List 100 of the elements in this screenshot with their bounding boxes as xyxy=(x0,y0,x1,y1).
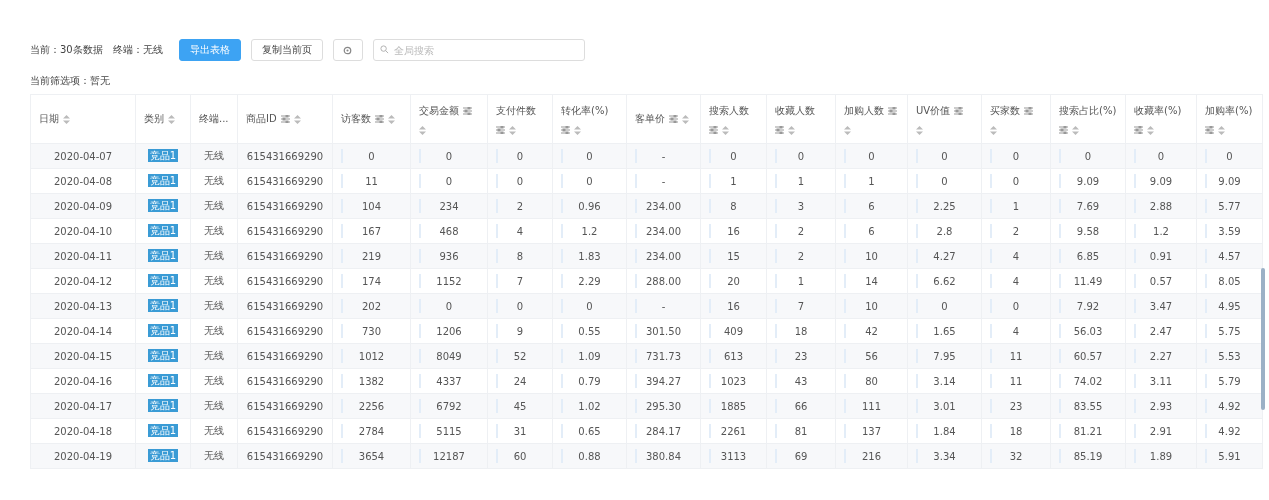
table-cell: 6 xyxy=(868,225,875,237)
category-tag: 竞品1 xyxy=(147,199,179,212)
table-cell: - xyxy=(661,150,666,162)
table-cell: 60.57 xyxy=(1073,350,1103,362)
table-cell: 7 xyxy=(516,275,524,287)
table-cell: 2020-04-08 xyxy=(53,175,113,187)
table-cell: 1885 xyxy=(720,400,747,412)
sort-icon[interactable] xyxy=(990,125,997,135)
filter-icon[interactable] xyxy=(709,126,718,134)
table-cell: 1 xyxy=(797,275,805,287)
category-tag: 竞品1 xyxy=(147,224,179,237)
table-cell: 0.88 xyxy=(578,450,601,462)
category-tag: 竞品1 xyxy=(147,374,179,387)
table-cell: 104 xyxy=(361,200,382,212)
column-header: 收藏率(%) xyxy=(1134,103,1182,118)
sort-icon[interactable] xyxy=(419,125,426,135)
table-cell: 无线 xyxy=(204,249,224,263)
table-cell: 0 xyxy=(1012,150,1020,162)
table-cell: 615431669290 xyxy=(246,300,324,312)
table-cell: 2.47 xyxy=(1149,325,1173,337)
table-cell: 2020-04-16 xyxy=(53,375,113,387)
scrollbar[interactable] xyxy=(1261,268,1265,410)
table-cell: 4 xyxy=(1012,325,1020,337)
table-cell: 4.57 xyxy=(1218,250,1241,262)
table-cell: 234.00 xyxy=(646,250,681,262)
sort-icon[interactable] xyxy=(1147,125,1154,135)
search-field[interactable]: 全局搜索 xyxy=(372,39,585,61)
sort-icon[interactable] xyxy=(1218,125,1225,135)
filter-icon[interactable] xyxy=(496,126,505,134)
column-header: 加购率(%) xyxy=(1205,103,1253,118)
table-cell: 615431669290 xyxy=(246,325,324,337)
filter-icon[interactable] xyxy=(1205,126,1214,134)
table-cell: 2784 xyxy=(358,425,385,437)
table-cell: 174 xyxy=(361,275,382,287)
table-cell: 2020-04-14 xyxy=(53,325,113,337)
sort-icon[interactable] xyxy=(788,125,795,135)
filter-icon[interactable] xyxy=(280,115,290,123)
table-cell: 无线 xyxy=(204,199,224,213)
table-cell: 10 xyxy=(865,250,878,262)
settings-button[interactable] xyxy=(332,39,363,61)
sort-icon[interactable] xyxy=(509,125,516,135)
sort-icon[interactable] xyxy=(1072,125,1079,135)
table-cell: 3113 xyxy=(720,450,747,462)
table-cell: 无线 xyxy=(204,299,224,313)
table-cell: 11 xyxy=(1009,375,1023,387)
column-header: 买家数 xyxy=(990,103,1020,118)
sort-icon[interactable] xyxy=(574,125,581,135)
table-cell: 0 xyxy=(730,150,737,162)
table-cell: 8 xyxy=(516,250,524,262)
sort-icon[interactable] xyxy=(722,125,729,135)
table-cell: 1382 xyxy=(358,375,385,387)
filter-icon[interactable] xyxy=(1059,126,1068,134)
sort-icon[interactable] xyxy=(168,114,175,124)
sort-icon[interactable] xyxy=(293,114,301,124)
table-cell: 234.00 xyxy=(646,200,681,212)
filter-icon[interactable] xyxy=(888,106,897,115)
table-cell: 60 xyxy=(513,450,527,462)
table-cell: 83.55 xyxy=(1073,400,1103,412)
sort-icon[interactable] xyxy=(63,114,70,124)
table-cell: 3.34 xyxy=(933,450,956,462)
table-cell: 4.95 xyxy=(1218,300,1241,312)
table-cell: 219 xyxy=(361,250,382,262)
table-cell: 8049 xyxy=(436,350,462,362)
filter-icon[interactable] xyxy=(669,115,678,123)
table-cell: - xyxy=(661,175,666,187)
table-cell: 0 xyxy=(1012,175,1020,187)
table-cell: 无线 xyxy=(204,149,224,163)
table-cell: 0 xyxy=(941,150,948,162)
sort-icon[interactable] xyxy=(844,125,851,135)
sort-icon[interactable] xyxy=(388,114,395,124)
table-cell: 无线 xyxy=(204,324,224,338)
table-cell: 6.85 xyxy=(1076,250,1100,262)
filter-icon[interactable] xyxy=(561,126,570,134)
table-cell: 2020-04-19 xyxy=(53,450,113,462)
table-cell: 3.01 xyxy=(933,400,956,412)
filter-icon[interactable] xyxy=(1024,106,1033,115)
sort-icon[interactable] xyxy=(916,125,923,135)
table-cell: 23 xyxy=(794,350,808,362)
filter-icon[interactable] xyxy=(463,106,472,115)
table-cell: 3 xyxy=(797,200,805,212)
sort-icon[interactable] xyxy=(682,114,689,124)
table-cell: 7 xyxy=(797,300,805,312)
filter-icon[interactable] xyxy=(775,126,784,134)
table-cell: 1.09 xyxy=(578,350,601,362)
copy-page-button[interactable]: 复制当前页 xyxy=(250,39,323,61)
table-cell: 8 xyxy=(730,200,737,212)
table-cell: 1.83 xyxy=(578,250,601,262)
filter-icon[interactable] xyxy=(954,106,964,115)
table-cell: 1.2 xyxy=(581,225,598,237)
table-cell: 2 xyxy=(797,250,805,262)
table-cell: 11 xyxy=(1009,350,1023,362)
table-cell: 2020-04-13 xyxy=(53,300,113,312)
filter-icon[interactable] xyxy=(375,115,384,123)
table-cell: 10 xyxy=(865,300,878,312)
filter-icon[interactable] xyxy=(1134,126,1143,134)
table-cell: 0 xyxy=(516,175,524,187)
table-cell: 1.89 xyxy=(1149,450,1173,462)
column-header: 交易金额 xyxy=(419,103,459,118)
table-cell: 615431669290 xyxy=(246,450,324,462)
table-cell: 137 xyxy=(861,425,882,437)
